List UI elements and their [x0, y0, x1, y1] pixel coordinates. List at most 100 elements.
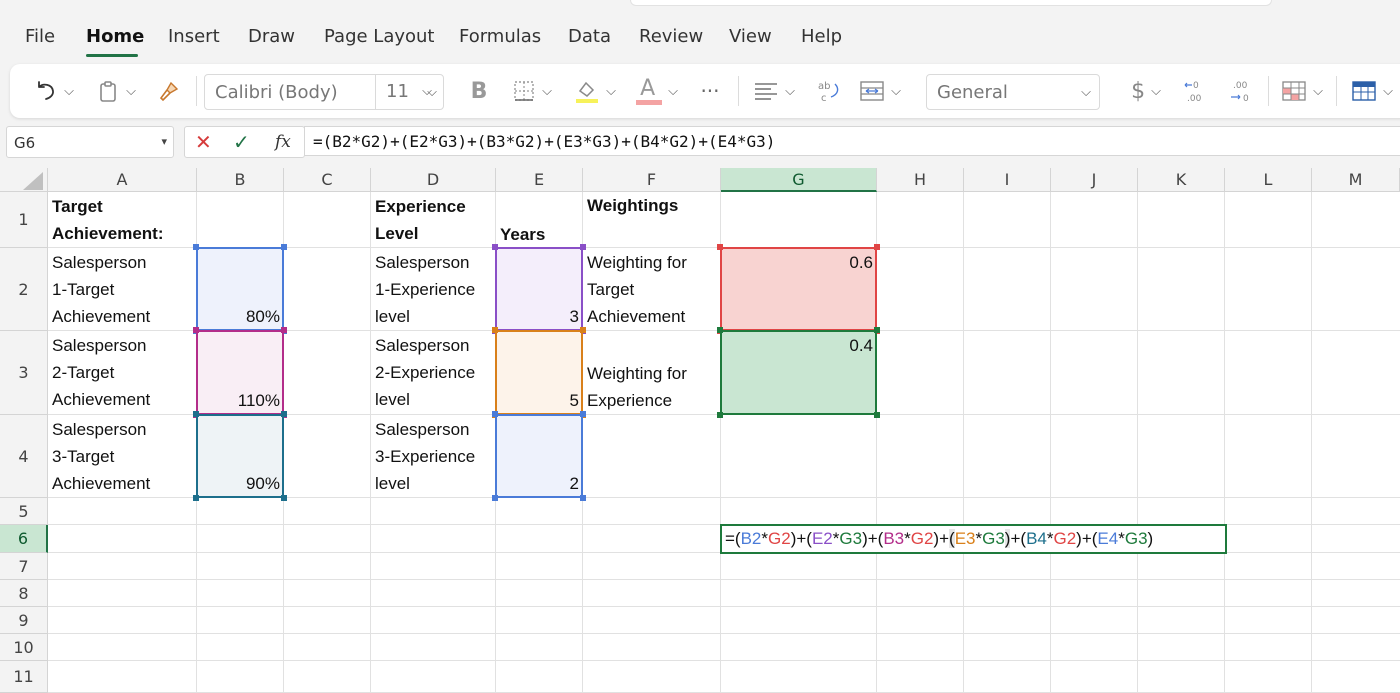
reference-resize-handle[interactable] [580, 244, 586, 250]
reference-resize-handle[interactable] [281, 495, 287, 501]
tab-page-layout[interactable]: Page Layout [324, 26, 435, 47]
number-format-value: General [937, 81, 1008, 103]
formula-ref-b3: B3 [883, 529, 905, 548]
spreadsheet-grid[interactable]: A B C D E F G H I J K L M 1 2 3 4 5 6 7 8 9 10 11 Target Achievem… [0, 168, 1400, 693]
paste-button[interactable]: ⌵ [90, 64, 142, 118]
bold-button[interactable]: B [462, 64, 496, 118]
name-box-value: G6 [14, 134, 36, 152]
column-header-g[interactable]: G [721, 168, 877, 192]
chevron-down-icon: ⌵ [1313, 83, 1323, 99]
reference-resize-handle[interactable] [193, 495, 199, 501]
column-header-a[interactable]: A [48, 168, 197, 192]
ribbon-separator [738, 76, 739, 106]
row-header-4[interactable]: 4 [0, 415, 48, 498]
row-header-2[interactable]: 2 [0, 248, 48, 331]
font-color-button[interactable]: A ⌵ [630, 64, 682, 118]
conditional-formatting-button[interactable]: ⌵ [1276, 64, 1328, 118]
reference-resize-handle[interactable] [492, 495, 498, 501]
row-header-6[interactable]: 6 [0, 525, 48, 553]
undo-button[interactable]: ⌵ [28, 64, 80, 118]
column-header-m[interactable]: M [1312, 168, 1400, 192]
row-header-7[interactable]: 7 [0, 553, 48, 580]
format-painter-button[interactable] [152, 64, 186, 118]
name-box[interactable]: G6 ▾ [6, 126, 174, 158]
tab-file[interactable]: File [25, 26, 55, 47]
column-header-i[interactable]: I [964, 168, 1051, 192]
font-size-dropdown[interactable]: 11 ⌵ [376, 74, 442, 108]
borders-icon [514, 81, 534, 101]
reference-resize-handle[interactable] [717, 244, 723, 250]
column-header-k[interactable]: K [1138, 168, 1225, 192]
reference-resize-handle[interactable] [874, 412, 880, 418]
row-header-3[interactable]: 3 [0, 331, 48, 415]
column-header-e[interactable]: E [496, 168, 583, 192]
reference-resize-handle[interactable] [580, 327, 586, 333]
cell-g6-editor[interactable]: =(B2*G2)+(E2*G3)+(B3*G2)+(E3*G3)+(B4*G2)… [720, 524, 1227, 554]
svg-text:.00: .00 [1187, 94, 1202, 104]
formula-input[interactable]: =(B2*G2)+(E2*G3)+(B3*G2)+(E3*G3)+(B4*G2)… [304, 126, 1400, 156]
reference-resize-handle[interactable] [193, 244, 199, 250]
cell-f2-line: Target [587, 280, 635, 299]
reference-resize-handle[interactable] [717, 412, 723, 418]
number-format-dropdown[interactable]: General ⌵ [926, 74, 1100, 110]
reference-resize-handle[interactable] [492, 244, 498, 250]
formula-ref-e2: E2 [811, 529, 833, 548]
tab-home[interactable]: Home [86, 26, 144, 47]
tab-insert[interactable]: Insert [168, 26, 220, 47]
reference-resize-handle[interactable] [717, 327, 723, 333]
column-header-l[interactable]: L [1225, 168, 1312, 192]
merge-center-button[interactable]: ⌵ [854, 64, 906, 118]
reference-resize-handle[interactable] [492, 411, 498, 417]
reference-resize-handle[interactable] [193, 327, 199, 333]
row-gridline [48, 633, 1400, 634]
currency-button[interactable]: $ ⌵ [1120, 64, 1172, 118]
increase-decimal-button[interactable]: .00 0 [1224, 64, 1258, 118]
reference-resize-handle[interactable] [580, 411, 586, 417]
align-button[interactable]: ⌵ [748, 64, 800, 118]
tab-help[interactable]: Help [801, 26, 842, 47]
decrease-decimal-button[interactable]: 0.00 [1180, 64, 1214, 118]
cell-d2-line: 1-Experience [375, 280, 476, 299]
reference-resize-handle[interactable] [193, 411, 199, 417]
select-all-corner[interactable] [0, 168, 48, 192]
reference-resize-handle[interactable] [874, 327, 880, 333]
tab-draw[interactable]: Draw [248, 26, 295, 47]
column-header-h[interactable]: H [877, 168, 964, 192]
chevron-down-icon: ⌵ [1383, 83, 1393, 99]
reference-resize-handle[interactable] [281, 244, 287, 250]
fill-color-button[interactable]: ⌵ [568, 64, 620, 118]
row-header-1[interactable]: 1 [0, 192, 48, 248]
row-header-5[interactable]: 5 [0, 498, 48, 525]
reference-resize-handle[interactable] [281, 327, 287, 333]
borders-button[interactable]: ⌵ [506, 64, 558, 118]
tab-formulas[interactable]: Formulas [459, 26, 541, 47]
cell-d1-line: Experience [375, 197, 466, 216]
row-header-10[interactable]: 10 [0, 634, 48, 661]
insert-function-icon[interactable]: fx [275, 132, 291, 152]
cell-a3-line: Salesperson [52, 336, 147, 355]
row-header-8[interactable]: 8 [0, 580, 48, 607]
column-header-f[interactable]: F [583, 168, 721, 192]
reference-resize-handle[interactable] [492, 327, 498, 333]
font-color-icon: A [634, 76, 663, 106]
tab-data[interactable]: Data [568, 26, 611, 47]
more-options-button[interactable]: ··· [692, 64, 728, 118]
confirm-icon[interactable]: ✓ [233, 130, 250, 154]
wrap-text-button[interactable]: ab c [810, 64, 846, 118]
reference-resize-handle[interactable] [874, 244, 880, 250]
row-header-9[interactable]: 9 [0, 607, 48, 634]
table-icon [1352, 81, 1376, 101]
column-header-c[interactable]: C [284, 168, 371, 192]
format-as-table-button[interactable]: ⌵ [1344, 64, 1400, 118]
tab-view[interactable]: View [729, 26, 772, 47]
column-header-j[interactable]: J [1051, 168, 1138, 192]
reference-resize-handle[interactable] [580, 495, 586, 501]
reference-resize-handle[interactable] [281, 411, 287, 417]
format-painter-icon [159, 81, 179, 102]
column-header-b[interactable]: B [197, 168, 284, 192]
tab-review[interactable]: Review [639, 26, 703, 47]
column-header-d[interactable]: D [371, 168, 496, 192]
row-header-11[interactable]: 11 [0, 661, 48, 693]
formula-operator: +( [1010, 529, 1027, 548]
cancel-icon[interactable]: ✕ [195, 130, 212, 154]
